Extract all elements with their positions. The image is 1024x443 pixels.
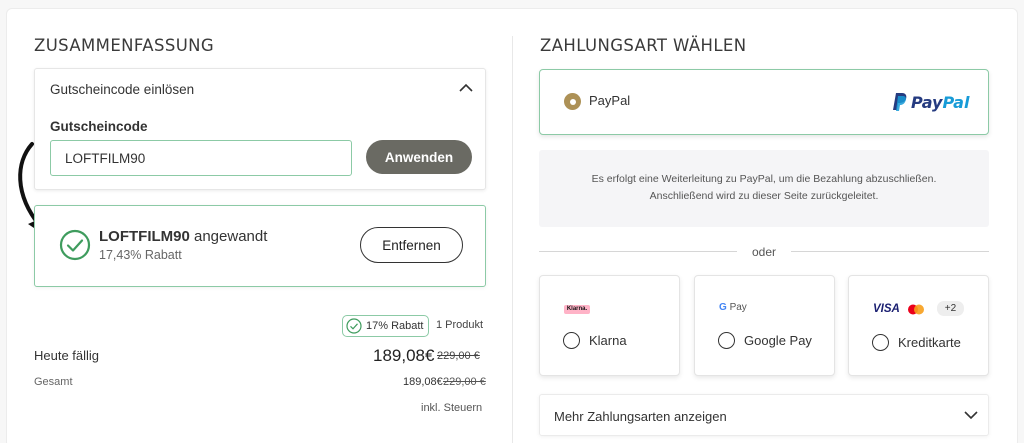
due-today-old-price: 229,00 € — [437, 350, 480, 362]
paypal-p-icon — [893, 93, 907, 111]
voucher-panel: Gutscheincode einlösen Gutscheincode Anw… — [34, 68, 486, 190]
klarna-radio[interactable] — [563, 332, 580, 349]
google-pay-logo: G Pay — [719, 302, 747, 313]
payment-title: ZAHLUNGSART WÄHLEN — [540, 36, 747, 55]
paypal-label: PayPal — [589, 93, 631, 108]
visa-logo: VISA — [873, 303, 900, 315]
applied-code: LOFTFILM90 — [99, 228, 190, 245]
applied-code-line: LOFTFILM90 angewandt — [99, 228, 267, 245]
more-methods-label: Mehr Zahlungsarten anzeigen — [554, 409, 727, 424]
total-price: 189,08€ — [403, 376, 443, 388]
credit-card-radio[interactable] — [872, 334, 889, 351]
remove-button[interactable]: Entfernen — [360, 227, 463, 263]
redirect-line-1: Es erfolgt eine Weiterleitung zu PayPal,… — [591, 173, 937, 185]
apply-button[interactable]: Anwenden — [366, 140, 472, 174]
applied-suffix: angewandt — [189, 228, 268, 245]
google-pay-label: Google Pay — [744, 333, 812, 348]
discount-badge: 17% Rabatt — [342, 315, 430, 337]
more-cards-badge: +2 — [937, 301, 964, 316]
check-circle-icon — [59, 229, 91, 261]
klarna-logo: Klarna. — [564, 305, 590, 314]
summary-title: ZUSAMMENFASSUNG — [34, 36, 215, 55]
chevron-up-icon[interactable] — [459, 83, 473, 93]
applied-discount: 17,43% Rabatt — [99, 248, 182, 262]
redirect-line-2: Anschließend wird zu dieser Seite zurück… — [649, 190, 879, 202]
check-circle-icon — [346, 318, 362, 334]
credit-card-option[interactable]: VISA +2 Kreditkarte — [848, 275, 989, 376]
divider-line-right — [791, 251, 989, 252]
applied-voucher-panel: LOFTFILM90 angewandt 17,43% Rabatt Entfe… — [34, 205, 486, 287]
paypal-redirect-info: Es erfolgt eine Weiterleitung zu PayPal,… — [539, 150, 989, 227]
voucher-code-input[interactable] — [50, 140, 352, 176]
tax-note: inkl. Steuern — [421, 402, 483, 414]
paypal-wordmark: PayPal — [911, 92, 970, 112]
google-pay-radio[interactable] — [718, 332, 735, 349]
mastercard-icon — [908, 304, 924, 315]
total-label: Gesamt — [34, 376, 73, 388]
or-divider: oder — [539, 244, 989, 260]
credit-card-label: Kreditkarte — [898, 335, 961, 350]
paypal-radio[interactable] — [564, 93, 581, 110]
product-count: 1 Produkt — [436, 319, 484, 331]
paypal-option[interactable]: PayPal PayPal — [539, 69, 989, 135]
klarna-label: Klarna — [589, 333, 627, 348]
more-payment-methods[interactable]: Mehr Zahlungsarten anzeigen — [539, 394, 989, 436]
discount-badge-label: 17% Rabatt — [366, 320, 424, 332]
due-today-price: 189,08€ — [373, 346, 435, 365]
column-divider — [512, 36, 513, 443]
voucher-toggle-label[interactable]: Gutscheincode einlösen — [50, 82, 194, 97]
or-label: oder — [751, 245, 777, 259]
voucher-field-label: Gutscheincode — [50, 119, 148, 134]
klarna-option[interactable]: Klarna. Klarna — [539, 275, 680, 376]
due-today-label: Heute fällig — [34, 348, 100, 363]
google-pay-option[interactable]: G Pay Google Pay — [694, 275, 835, 376]
paypal-logo: PayPal — [892, 90, 972, 114]
chevron-down-icon[interactable] — [964, 410, 978, 420]
total-old-price: 229,00 € — [443, 376, 486, 388]
